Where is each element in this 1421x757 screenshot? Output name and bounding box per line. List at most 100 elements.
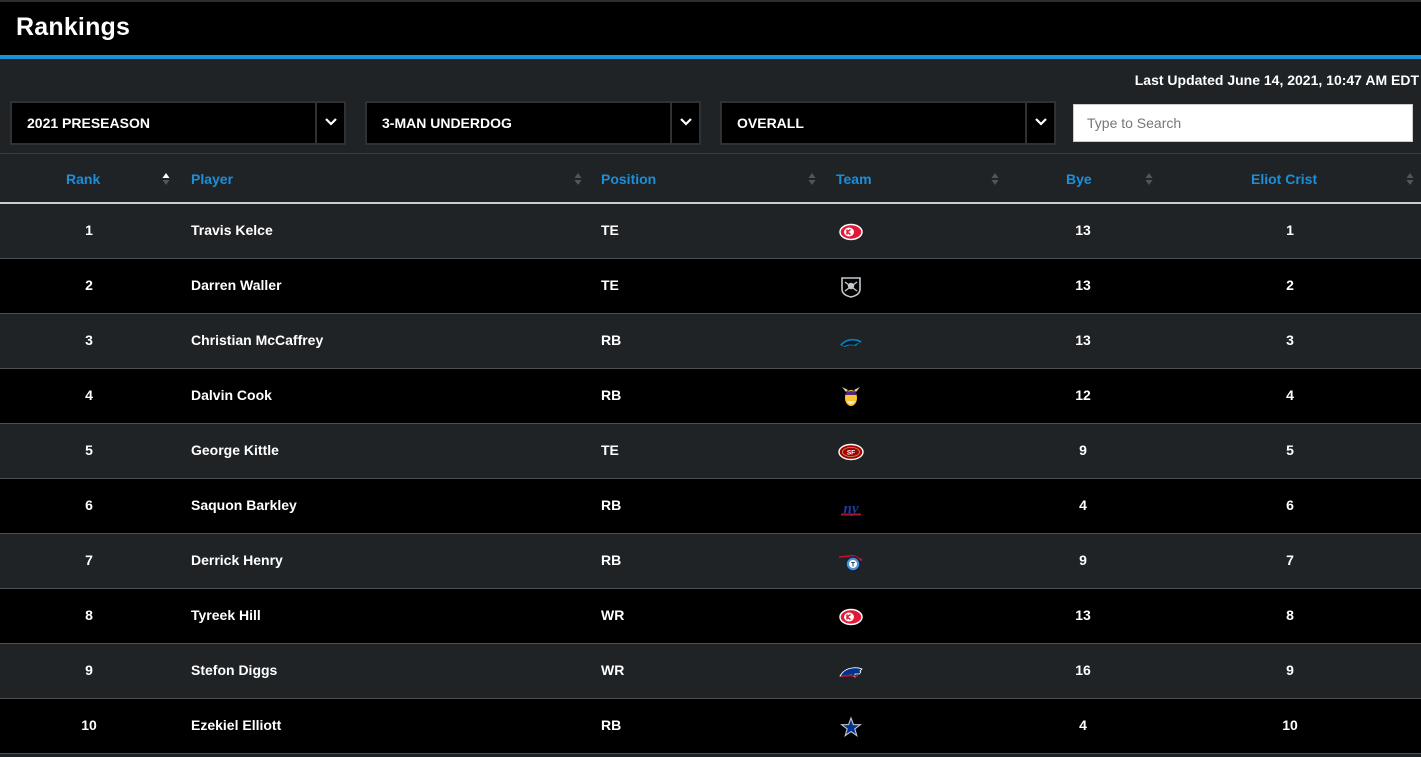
rank-cell: 5 [85, 442, 93, 458]
last-updated-text: Last Updated June 14, 2021, 10:47 AM EDT [1134, 72, 1419, 88]
sort-icon[interactable] [808, 172, 816, 186]
top-bar: Rankings [0, 0, 1421, 55]
eliot-crist-cell: 7 [1286, 552, 1294, 568]
rank-cell: 6 [85, 497, 93, 513]
chiefs-logo-icon [839, 608, 863, 626]
rank-cell: 10 [81, 717, 97, 733]
bills-logo-icon [839, 667, 863, 678]
table-row: 1 Travis Kelce TE 13 1 [0, 204, 1421, 259]
bye-cell: 13 [1075, 222, 1091, 238]
player-cell: George Kittle [191, 442, 279, 458]
bye-cell: 13 [1075, 607, 1091, 623]
vikings-logo-icon [842, 387, 860, 406]
search-input[interactable] [1073, 104, 1413, 142]
bye-cell: 13 [1075, 332, 1091, 348]
position-cell: TE [601, 442, 619, 458]
player-cell: Travis Kelce [191, 222, 273, 238]
chiefs-logo-icon [839, 223, 863, 241]
column-header-bye[interactable]: Bye [1066, 171, 1092, 187]
eliot-crist-cell: 4 [1286, 387, 1294, 403]
position-cell: RB [601, 497, 622, 513]
eliot-crist-cell: 5 [1286, 442, 1294, 458]
player-cell: Darren Waller [191, 277, 282, 293]
accent-divider [0, 55, 1421, 59]
position-cell: RB [601, 332, 622, 348]
player-cell: Tyreek Hill [191, 607, 261, 623]
giants-logo-icon: ny [841, 501, 861, 517]
eliot-crist-cell: 3 [1286, 332, 1294, 348]
position-cell: WR [601, 607, 625, 623]
sort-icon[interactable] [1406, 172, 1414, 186]
position-cell: TE [601, 222, 619, 238]
panthers-logo-icon [840, 338, 862, 347]
column-header-position[interactable]: Position [601, 171, 656, 187]
position-cell: TE [601, 277, 619, 293]
rank-cell: 8 [85, 607, 93, 623]
rank-cell: 1 [85, 222, 93, 238]
season-select-value: 2021 PRESEASON [27, 115, 150, 131]
column-header-team[interactable]: Team [836, 171, 872, 187]
season-select[interactable]: 2021 PRESEASON [10, 101, 346, 145]
table-row: 6 Saquon Barkley RB ny 4 6 [0, 479, 1421, 534]
eliot-crist-cell: 2 [1286, 277, 1294, 293]
position-cell: RB [601, 552, 622, 568]
position-cell: RB [601, 387, 622, 403]
table-row: 3 Christian McCaffrey RB 13 3 [0, 314, 1421, 369]
eliot-crist-cell: 8 [1286, 607, 1294, 623]
table-row: 2 Darren Waller TE 13 2 [0, 259, 1421, 314]
bye-cell: 16 [1075, 662, 1091, 678]
bye-cell: 9 [1079, 552, 1087, 568]
bye-cell: 4 [1079, 717, 1087, 733]
bye-cell: 12 [1075, 387, 1091, 403]
cowboys-logo-icon [839, 716, 863, 737]
column-header-eliot-crist[interactable]: Eliot Crist [1251, 171, 1317, 187]
rank-cell: 3 [85, 332, 93, 348]
chevron-down-icon[interactable] [315, 103, 344, 143]
bye-cell: 9 [1079, 442, 1087, 458]
player-cell: Derrick Henry [191, 552, 283, 568]
rank-cell: 4 [85, 387, 93, 403]
position-select-value: OVERALL [737, 115, 804, 131]
bye-cell: 4 [1079, 497, 1087, 513]
eliot-crist-cell: 1 [1286, 222, 1294, 238]
sort-icon[interactable] [574, 172, 582, 186]
table-row: 4 Dalvin Cook RB 12 4 [0, 369, 1421, 424]
page-title: Rankings [16, 13, 131, 41]
raiders-logo-icon [841, 277, 861, 298]
table-row: 7 Derrick Henry RB T 9 7 [0, 534, 1421, 589]
rankings-table: Rank Player Position Team Bye Eliot Cris… [0, 153, 1421, 754]
table-row: 5 George Kittle TE SF 9 5 [0, 424, 1421, 479]
rank-cell: 7 [85, 552, 93, 568]
position-select[interactable]: OVERALL [720, 101, 1056, 145]
player-cell: Dalvin Cook [191, 387, 272, 403]
eliot-crist-cell: 9 [1286, 662, 1294, 678]
chevron-down-icon[interactable] [670, 103, 699, 143]
sort-icon[interactable] [1145, 172, 1153, 186]
player-cell: Christian McCaffrey [191, 332, 324, 348]
rank-cell: 9 [85, 662, 93, 678]
player-cell: Stefon Diggs [191, 662, 278, 678]
sort-icon[interactable] [991, 172, 999, 186]
player-cell: Ezekiel Elliott [191, 717, 282, 733]
position-cell: WR [601, 662, 625, 678]
table-row: 9 Stefon Diggs WR 16 9 [0, 644, 1421, 699]
column-header-player[interactable]: Player [191, 171, 233, 187]
table-header: Rank Player Position Team Bye Eliot Cris… [0, 153, 1421, 204]
svg-text:T: T [851, 562, 855, 569]
eliot-crist-cell: 10 [1282, 717, 1298, 733]
49ers-logo-icon: SF [838, 443, 864, 461]
chevron-down-icon[interactable] [1025, 103, 1054, 143]
svg-text:SF: SF [847, 450, 855, 457]
format-select[interactable]: 3-MAN UNDERDOG [365, 101, 701, 145]
bye-cell: 13 [1075, 277, 1091, 293]
rank-cell: 2 [85, 277, 93, 293]
sort-ascending-icon[interactable] [162, 172, 170, 186]
table-row: 10 Ezekiel Elliott RB 4 10 [0, 699, 1421, 754]
format-select-value: 3-MAN UNDERDOG [382, 115, 512, 131]
column-header-rank[interactable]: Rank [66, 171, 100, 187]
table-row: 8 Tyreek Hill WR 13 8 [0, 589, 1421, 644]
titans-logo-icon: T [838, 554, 863, 572]
eliot-crist-cell: 6 [1286, 497, 1294, 513]
position-cell: RB [601, 717, 622, 733]
player-cell: Saquon Barkley [191, 497, 297, 513]
